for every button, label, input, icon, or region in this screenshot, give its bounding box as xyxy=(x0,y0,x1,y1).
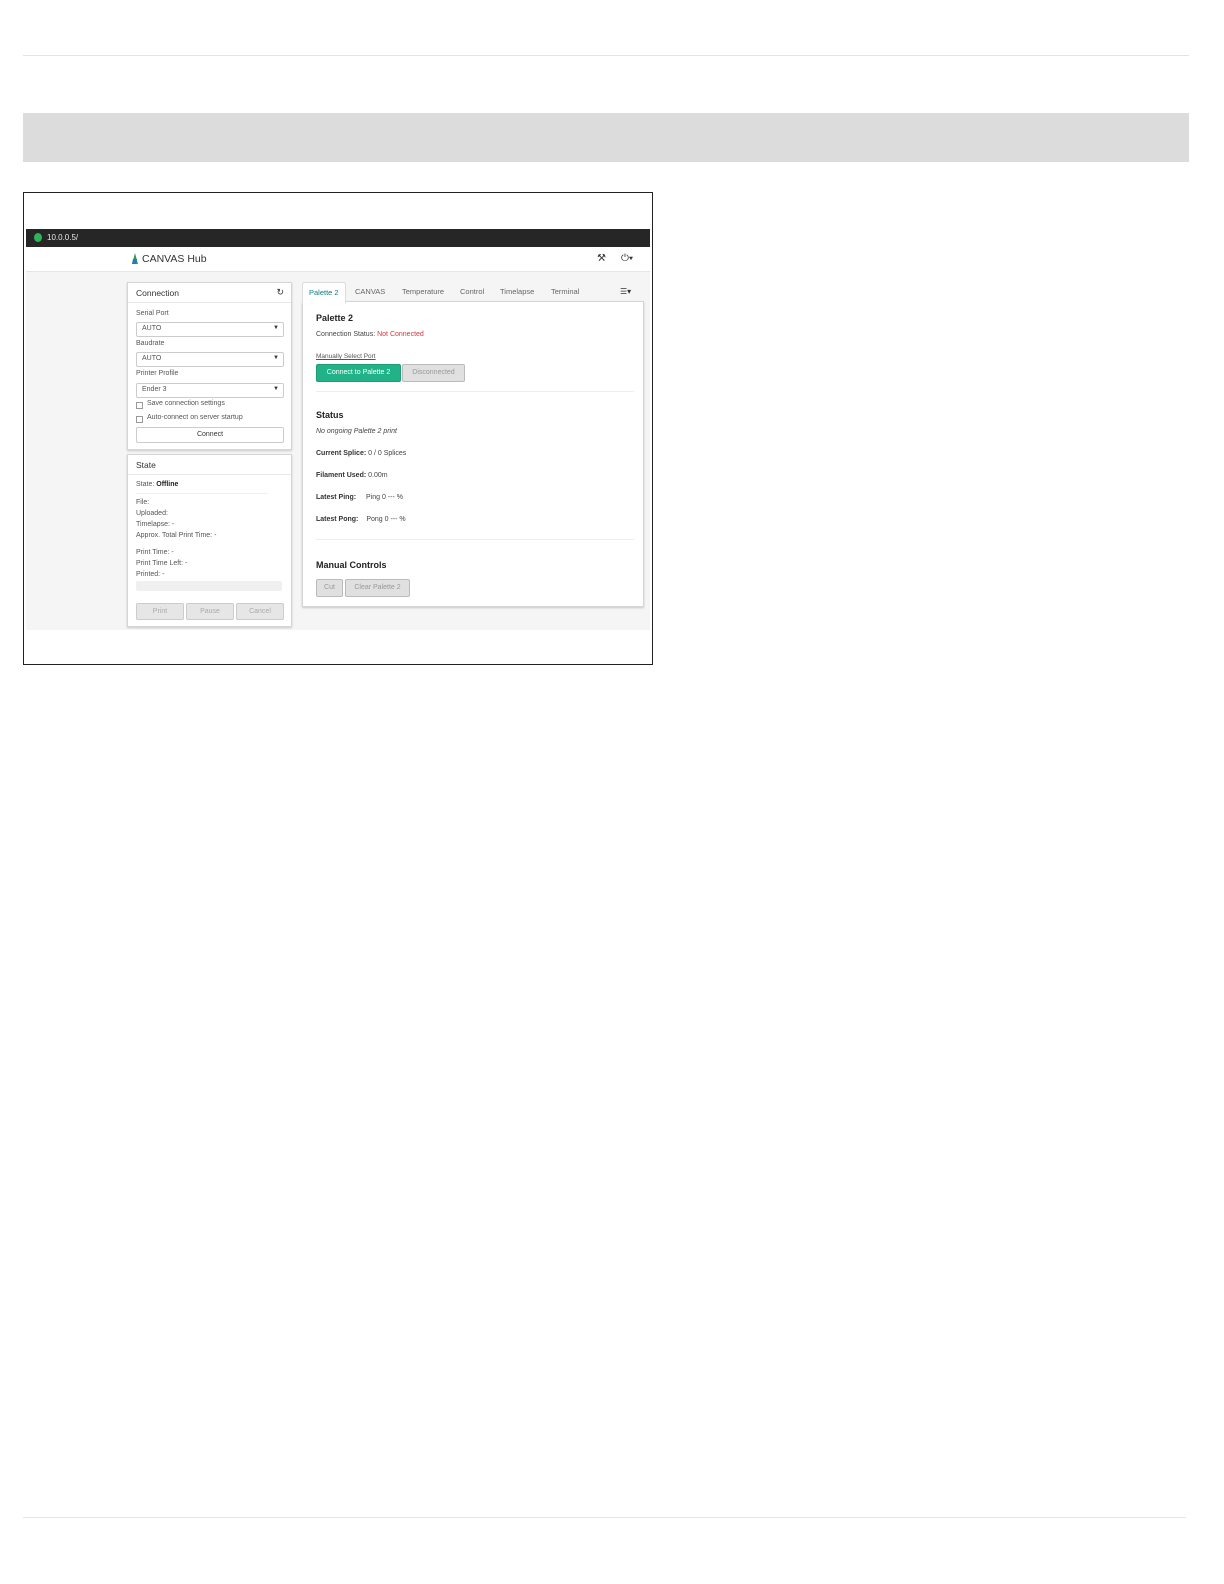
hamburger-menu-icon[interactable]: ☰▾ xyxy=(620,282,631,302)
power-icon[interactable]: ⏻▾ xyxy=(621,253,633,264)
state-value: Offline xyxy=(156,481,179,488)
state-label: State: xyxy=(136,481,155,488)
caret-down-icon: ▼ xyxy=(273,386,279,392)
latest-ping-label: Latest Ping: xyxy=(316,494,357,501)
baudrate-value: AUTO xyxy=(142,355,162,362)
print-time-left-line: Print Time Left: - xyxy=(136,560,188,567)
screenshot-frame: 10.0.0.5/ CANVAS Hub ⚒ ⏻▾ Connection ↻ S… xyxy=(23,192,653,665)
serial-port-label: Serial Port xyxy=(136,310,169,317)
latest-pong-value: Pong 0 --- % xyxy=(366,516,406,523)
timelapse-line: Timelapse: - xyxy=(136,521,175,528)
browser-bar: 10.0.0.5/ xyxy=(26,229,650,247)
divider xyxy=(316,539,634,540)
connection-status-line: Connection Status: Not Connected xyxy=(316,331,424,338)
state-panel: State State: Offline File: Uploaded: Tim… xyxy=(127,454,292,627)
current-splice-label: Current Splice: xyxy=(316,450,367,457)
auto-connect-label[interactable]: Auto-connect on server startup xyxy=(147,414,243,421)
state-title[interactable]: State xyxy=(136,460,156,470)
printed-line: Printed: - xyxy=(136,571,165,578)
ongoing-print-text: No ongoing Palette 2 print xyxy=(316,428,397,435)
cancel-button[interactable]: Cancel xyxy=(236,603,284,620)
app-navbar: CANVAS Hub ⚒ ⏻▾ xyxy=(26,248,650,272)
serial-port-select[interactable]: AUTO ▼ xyxy=(136,322,284,337)
divider xyxy=(136,493,268,494)
progress-bar xyxy=(136,581,282,591)
tab-control[interactable]: Control xyxy=(460,282,484,302)
filament-used-value: 0.00m xyxy=(368,472,388,479)
caret-down-icon: ▼ xyxy=(273,325,279,331)
baudrate-label: Baudrate xyxy=(136,340,165,347)
wrench-icon[interactable]: ⚒ xyxy=(597,253,606,264)
connect-button[interactable]: Connect xyxy=(136,427,284,443)
latest-pong-label: Latest Pong: xyxy=(316,516,359,523)
current-splice-value: 0 / 0 Splices xyxy=(368,450,407,457)
filament-used-label: Filament Used: xyxy=(316,472,367,479)
octoprint-logo-icon xyxy=(34,233,42,242)
serial-port-value: AUTO xyxy=(142,325,162,332)
baudrate-select[interactable]: AUTO ▼ xyxy=(136,352,284,367)
latest-pong-row: Latest Pong: Pong 0 --- % xyxy=(316,516,406,523)
refresh-icon[interactable]: ↻ xyxy=(276,287,284,298)
divider xyxy=(128,474,291,475)
save-settings-label[interactable]: Save connection settings xyxy=(147,400,225,407)
tab-temperature[interactable]: Temperature xyxy=(402,282,444,302)
latest-ping-value: Ping 0 --- % xyxy=(366,494,403,501)
filament-used-row: Filament Used: 0.00m xyxy=(316,472,388,479)
pause-button[interactable]: Pause xyxy=(186,603,234,620)
manual-select-port-link[interactable]: Manually Select Port xyxy=(316,353,376,360)
divider xyxy=(128,302,291,303)
connect-palette-button[interactable]: Connect to Palette 2 xyxy=(316,364,401,382)
tab-canvas[interactable]: CANVAS xyxy=(355,282,385,302)
approx-total-line: Approx. Total Print Time: - xyxy=(136,532,217,539)
state-row: State: Offline xyxy=(136,481,178,488)
divider xyxy=(316,391,634,392)
palette-title: Palette 2 xyxy=(316,313,354,323)
cut-button[interactable]: Cut xyxy=(316,579,343,597)
disconnect-button[interactable]: Disconnected xyxy=(402,364,465,382)
page-bottom-rule xyxy=(23,1517,1186,1518)
caret-down-icon: ▼ xyxy=(273,355,279,361)
page-top-rule xyxy=(23,55,1189,56)
page-banner xyxy=(23,113,1189,162)
app-brand[interactable]: CANVAS Hub xyxy=(142,253,207,265)
browser-url[interactable]: 10.0.0.5/ xyxy=(47,232,78,244)
print-time-line: Print Time: - xyxy=(136,549,174,556)
status-title: Status xyxy=(316,410,344,420)
printer-profile-value: Ender 3 xyxy=(142,386,167,393)
print-button[interactable]: Print xyxy=(136,603,184,620)
tab-terminal[interactable]: Terminal xyxy=(551,282,579,302)
printer-profile-label: Printer Profile xyxy=(136,370,179,377)
manual-controls-title: Manual Controls xyxy=(316,560,387,570)
palette-panel: Palette 2 Connection Status: Not Connect… xyxy=(302,301,644,607)
current-splice-row: Current Splice: 0 / 0 Splices xyxy=(316,450,406,457)
save-settings-checkbox[interactable] xyxy=(136,402,143,409)
printer-profile-select[interactable]: Ender 3 ▼ xyxy=(136,383,284,398)
clear-palette-button[interactable]: Clear Palette 2 xyxy=(345,579,410,597)
uploaded-line: Uploaded: xyxy=(136,510,168,517)
connection-status-value: Not Connected xyxy=(377,331,424,338)
connection-panel: Connection ↻ Serial Port AUTO ▼ Baudrate… xyxy=(127,282,292,450)
tab-bar: Palette 2 CANVAS Temperature Control Tim… xyxy=(302,282,642,304)
canvas-logo-icon xyxy=(132,253,138,264)
tab-palette-2[interactable]: Palette 2 xyxy=(302,282,346,304)
tab-timelapse[interactable]: Timelapse xyxy=(500,282,534,302)
auto-connect-checkbox[interactable] xyxy=(136,416,143,423)
latest-ping-row: Latest Ping: Ping 0 --- % xyxy=(316,494,403,501)
connection-title[interactable]: Connection xyxy=(136,288,179,298)
file-line: File: xyxy=(136,499,150,506)
connection-status-label: Connection Status: xyxy=(316,331,376,338)
